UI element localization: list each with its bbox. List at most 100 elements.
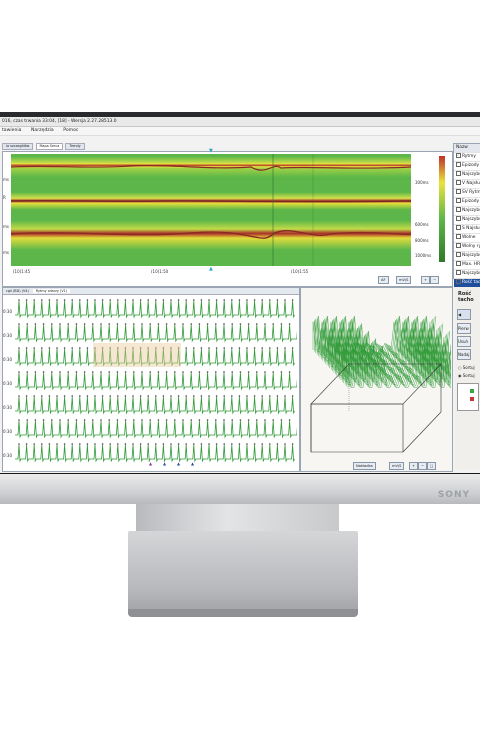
beat-marker bbox=[170, 395, 172, 397]
overlay-mode-button[interactable]: Nakładka bbox=[353, 462, 376, 470]
event-list-item[interactable]: Najszybszy bbox=[454, 207, 480, 216]
checkbox-icon[interactable] bbox=[456, 171, 461, 176]
ecg-panel: cgii (BD) (V4) Rytmy zdarzy (V1) 0:30 0:3… bbox=[2, 287, 300, 472]
ecg-strip[interactable] bbox=[15, 395, 297, 417]
first-button[interactable]: Pierw bbox=[457, 323, 471, 334]
menu-item-tools[interactable]: Narzędzia bbox=[31, 128, 54, 133]
event-list-item[interactable]: Najszybszy bbox=[454, 252, 480, 261]
ecg-tab-2[interactable]: Rytmy zdarzy (V1) bbox=[32, 289, 71, 293]
tab-trends[interactable]: Trendy bbox=[65, 143, 85, 150]
map-zoom-out-icon[interactable]: − bbox=[418, 462, 428, 470]
beat-marker bbox=[185, 395, 187, 397]
checkbox-icon[interactable] bbox=[456, 162, 461, 167]
event-list-item[interactable]: Epizody S bbox=[454, 198, 480, 207]
beat-marker bbox=[147, 395, 149, 397]
selection-highlight[interactable] bbox=[93, 343, 181, 367]
beat-marker bbox=[26, 419, 28, 421]
event-list: ✓RytmyEpizody VNajszybszyV NajsłuSV Rytm… bbox=[454, 153, 480, 288]
checked-checkbox-icon[interactable]: ✓ bbox=[456, 153, 461, 158]
checkbox-icon[interactable] bbox=[456, 279, 461, 284]
beat-marker bbox=[41, 299, 43, 301]
trend-panel: ms R ms ms 300ms 600ms 800ms 1000ms (10)… bbox=[2, 148, 453, 287]
tab-heart-map[interactable]: Mapa Serca bbox=[35, 143, 64, 150]
checkbox-icon[interactable] bbox=[456, 180, 461, 185]
beat-marker bbox=[272, 323, 275, 325]
checkbox-icon[interactable] bbox=[456, 270, 461, 275]
beat-marker bbox=[117, 443, 119, 445]
event-list-item[interactable]: SV Rytmy bbox=[454, 189, 480, 198]
zoom-in-icon[interactable]: + bbox=[421, 276, 431, 284]
ecg-strip[interactable] bbox=[15, 443, 297, 465]
event-list-item[interactable]: V Najsłu bbox=[454, 180, 480, 189]
beat-marker bbox=[238, 347, 241, 349]
checkbox-icon[interactable] bbox=[456, 207, 461, 212]
ecg-row-time-label: 0:30 bbox=[3, 309, 12, 314]
zoom-out-icon[interactable]: − bbox=[430, 276, 440, 284]
marker-top-icon[interactable]: ▼ bbox=[209, 148, 213, 154]
map-zoom-in-icon[interactable]: + bbox=[409, 462, 419, 470]
beat-marker bbox=[269, 299, 271, 301]
beat-marker bbox=[116, 371, 119, 373]
checkbox-icon[interactable] bbox=[456, 243, 461, 248]
event-list-item[interactable]: S Najsłu bbox=[454, 225, 480, 234]
checkbox-icon[interactable] bbox=[456, 252, 461, 257]
event-marker-icon[interactable]: ▲ bbox=[163, 461, 166, 466]
event-marker-icon[interactable]: ▲ bbox=[149, 461, 152, 466]
mvs-button[interactable]: mV/S bbox=[396, 276, 412, 284]
tab-details[interactable]: la szczegółów bbox=[2, 143, 34, 150]
ecg-strip[interactable] bbox=[15, 419, 297, 441]
event-marker-icon[interactable]: ▲ bbox=[177, 461, 180, 466]
sort-radio-2[interactable]: ◉ Sortuj bbox=[458, 373, 475, 378]
event-list-item[interactable]: Najszybszy bbox=[454, 171, 480, 180]
event-list-item[interactable]: Epizody V bbox=[454, 162, 480, 171]
beat-marker bbox=[51, 323, 53, 325]
marker-bottom-icon[interactable]: ▲ bbox=[209, 266, 213, 272]
trend-heatmap[interactable] bbox=[11, 154, 411, 266]
back-icon[interactable]: ◀ bbox=[457, 309, 471, 320]
checkbox-icon[interactable] bbox=[456, 198, 461, 203]
menu-item-help[interactable]: Pomoc bbox=[63, 128, 78, 133]
beat-marker bbox=[25, 299, 28, 301]
beat-marker bbox=[71, 443, 73, 445]
sort-radio-1[interactable]: ○ Sortuj bbox=[458, 365, 475, 370]
af-button[interactable]: AF bbox=[378, 276, 389, 284]
delete-button[interactable]: Usuń bbox=[457, 336, 471, 347]
beat-marker bbox=[48, 299, 51, 301]
beat-marker bbox=[116, 323, 119, 325]
event-list-item[interactable]: Najszybszy bbox=[454, 216, 480, 225]
event-marker-icon[interactable]: ▲ bbox=[191, 461, 194, 466]
beat-marker bbox=[147, 299, 149, 301]
ecg-tab-1[interactable]: cgii (BD) (V4) bbox=[3, 289, 32, 293]
beat-marker bbox=[206, 419, 209, 421]
beat-marker bbox=[185, 347, 187, 349]
beat-marker bbox=[261, 395, 263, 397]
ecg-strip[interactable] bbox=[15, 371, 297, 393]
ecg-strip[interactable] bbox=[15, 299, 297, 321]
ecg-strip[interactable] bbox=[15, 323, 297, 345]
map3d-plot[interactable] bbox=[303, 290, 451, 460]
beat-marker bbox=[124, 419, 127, 421]
map-fit-icon[interactable]: □ bbox=[427, 462, 437, 470]
checkbox-icon[interactable] bbox=[456, 261, 461, 266]
beat-marker bbox=[56, 347, 58, 349]
assign-button[interactable]: Nadaj bbox=[457, 349, 471, 360]
menu-item-settings[interactable]: tawienia bbox=[2, 128, 21, 133]
checkbox-icon[interactable] bbox=[456, 189, 461, 194]
beat-marker bbox=[231, 323, 233, 325]
beat-marker bbox=[63, 443, 66, 445]
beat-marker bbox=[208, 347, 210, 349]
event-list-item[interactable]: ✓ Rytmy bbox=[454, 153, 480, 162]
map-mvs-button[interactable]: mV/S bbox=[389, 462, 405, 470]
event-list-item[interactable]: Wolny rytm bbox=[454, 243, 480, 252]
beat-marker bbox=[182, 419, 184, 421]
event-list-item[interactable]: Max. HR bbox=[454, 261, 480, 270]
beat-marker bbox=[185, 299, 187, 301]
checkbox-icon[interactable] bbox=[456, 225, 461, 230]
sort-radio-1-label: Sortuj bbox=[462, 365, 475, 370]
checkbox-icon[interactable] bbox=[456, 216, 461, 221]
event-list-item[interactable]: Najszybszy bbox=[454, 270, 480, 279]
ecg-strips[interactable]: 0:30 0:30 0:30 0:30 0:30 0:30 0:30 ▲ ▲ ▲ ▲ bbox=[3, 295, 299, 467]
window-title: 016, czas trwania 33:04, [18] - Wersja 2… bbox=[0, 117, 480, 127]
checkbox-icon[interactable] bbox=[456, 234, 461, 239]
event-list-item[interactable]: Wolne bbox=[454, 234, 480, 243]
